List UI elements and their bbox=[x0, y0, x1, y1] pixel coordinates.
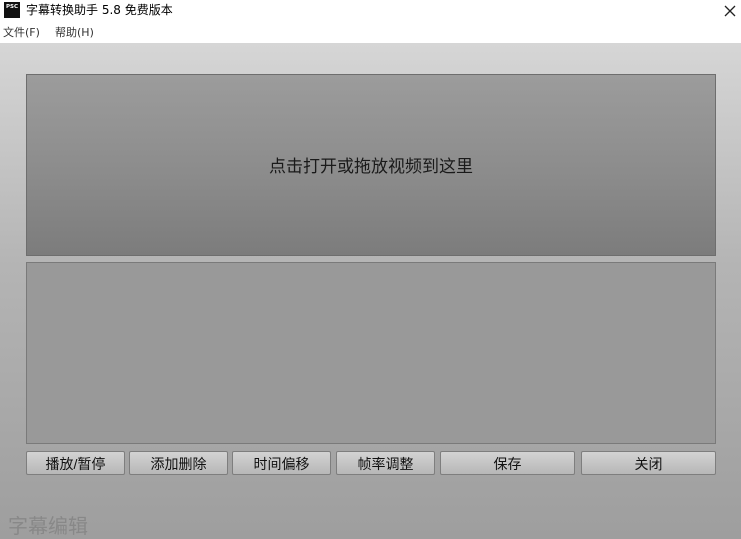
watermark-label: 字幕编辑 bbox=[8, 514, 88, 538]
menu-help[interactable]: 帮助(H) bbox=[55, 26, 94, 40]
play-pause-button[interactable]: 播放/暂停 bbox=[26, 451, 125, 475]
close-button[interactable]: 关闭 bbox=[581, 451, 716, 475]
time-offset-button[interactable]: 时间偏移 bbox=[232, 451, 331, 475]
subtitle-edit-area[interactable] bbox=[26, 262, 716, 444]
menu-file[interactable]: 文件(F) bbox=[3, 26, 40, 40]
window-title: 字幕转换助手 5.8 免费版本 bbox=[26, 3, 173, 17]
video-drop-hint: 点击打开或拖放视频到这里 bbox=[269, 156, 473, 177]
close-icon bbox=[724, 5, 736, 16]
title-bar: PSC 字幕转换助手 5.8 免费版本 bbox=[0, 0, 741, 21]
app-logo-text: PSC bbox=[5, 4, 19, 10]
video-drop-zone[interactable]: 点击打开或拖放视频到这里 bbox=[26, 74, 716, 256]
menu-bar: 文件(F) 帮助(H) bbox=[0, 23, 741, 43]
close-window-button[interactable] bbox=[719, 0, 741, 21]
main-client-area: 点击打开或拖放视频到这里 播放/暂停 添加删除 时间偏移 帧率调整 保存 关闭 … bbox=[0, 43, 741, 539]
frame-rate-button[interactable]: 帧率调整 bbox=[336, 451, 435, 475]
add-delete-button[interactable]: 添加删除 bbox=[129, 451, 228, 475]
app-logo-icon: PSC bbox=[4, 2, 20, 18]
save-button[interactable]: 保存 bbox=[440, 451, 575, 475]
